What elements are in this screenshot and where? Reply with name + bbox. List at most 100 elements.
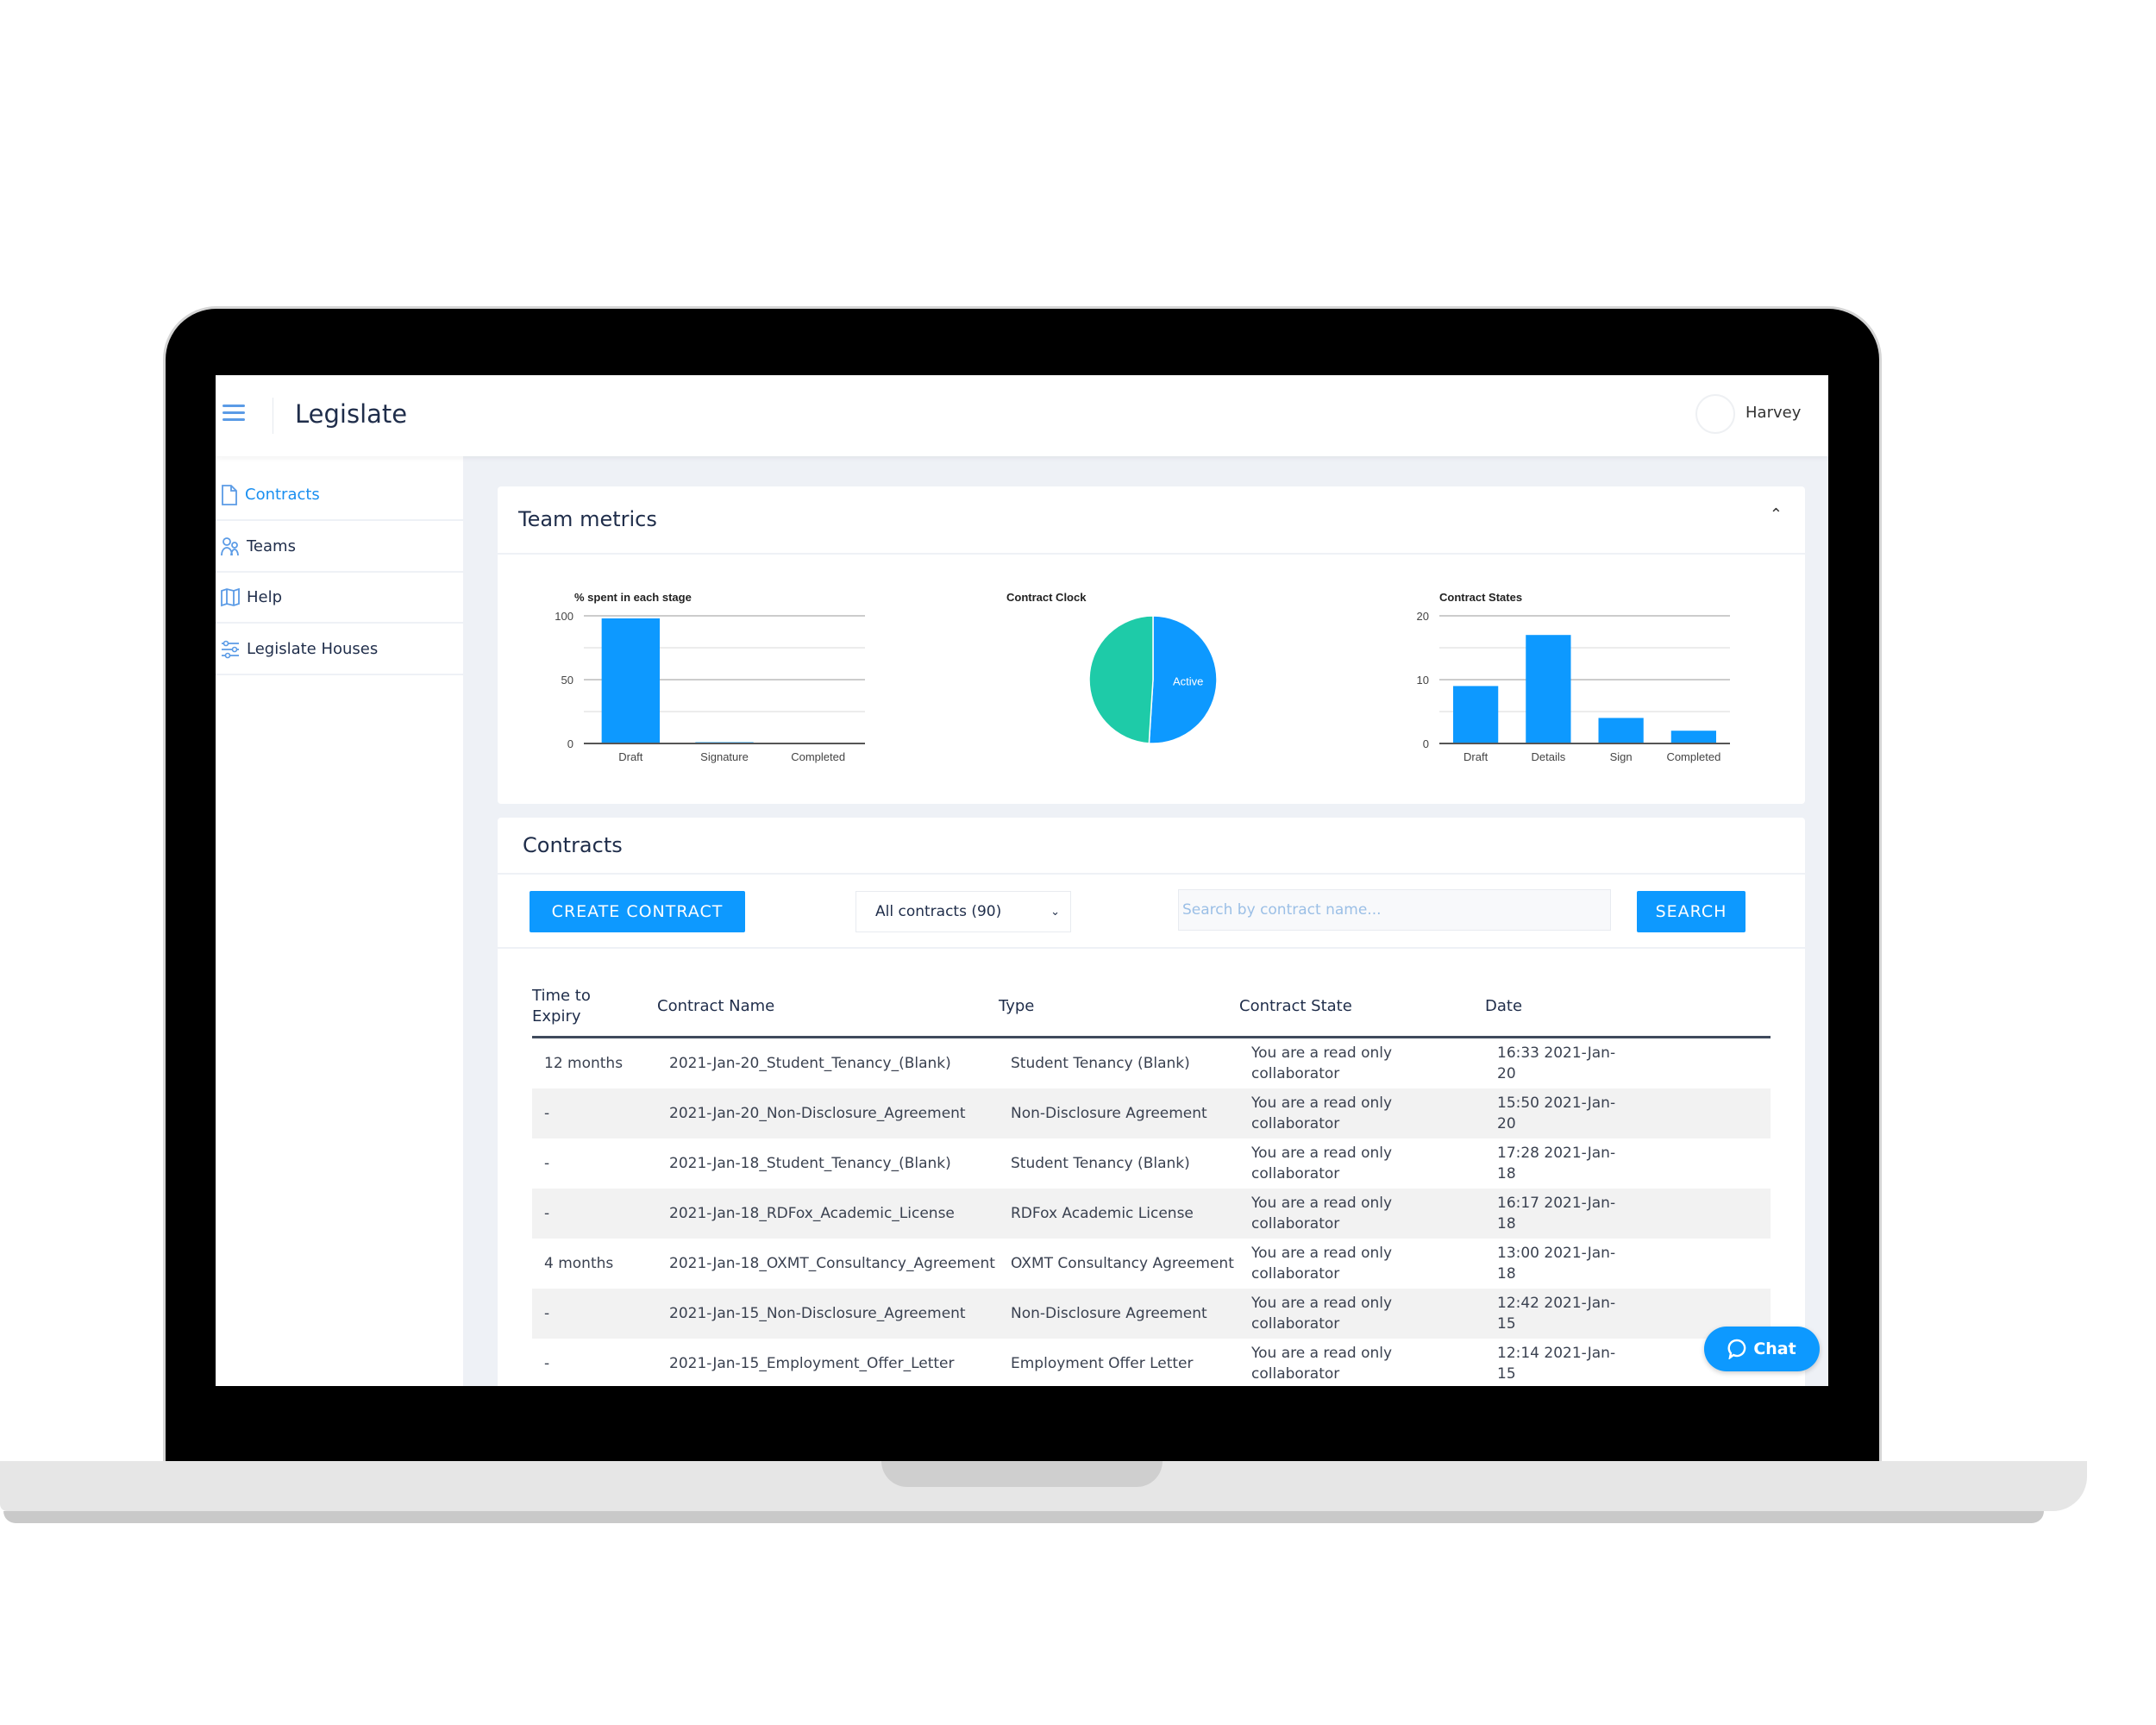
table-row[interactable]: - 2021-Jan-15_Employment_Offer_Letter Empl… bbox=[532, 1339, 1771, 1386]
x-tick-label: Sign bbox=[1610, 750, 1633, 763]
hamburger-menu-icon[interactable] bbox=[222, 405, 245, 423]
column-header[interactable]: Date bbox=[1485, 996, 1522, 1017]
table-row[interactable]: - 2021-Jan-20_Non-Disclosure_Agreement Non… bbox=[532, 1088, 1771, 1138]
column-header[interactable]: Type bbox=[999, 996, 1034, 1017]
top-header: Legislate Harvey bbox=[216, 375, 1828, 456]
state-cell: You are a read only collaborator bbox=[1251, 1345, 1393, 1383]
column-header[interactable]: Time to Expiry bbox=[532, 986, 618, 1027]
chart-title: Contract Clock bbox=[1006, 591, 1087, 604]
table-row[interactable]: - 2021-Jan-18_RDFox_Academic_License RDFox… bbox=[532, 1189, 1771, 1239]
expiry-cell: - bbox=[544, 1205, 550, 1222]
laptop-notch bbox=[881, 1461, 1163, 1487]
bar-sign bbox=[1598, 718, 1644, 743]
create-contract-button[interactable]: CREATE CONTRACT bbox=[530, 891, 745, 932]
table-row[interactable]: 4 months 2021-Jan-18_OXMT_Consultancy_Agr… bbox=[532, 1239, 1771, 1289]
table-row[interactable]: 12 months 2021-Jan-20_Student_Tenancy_(Bl… bbox=[532, 1038, 1771, 1088]
toolbar-divider bbox=[498, 947, 1805, 949]
filter-value: All contracts (90) bbox=[875, 903, 1002, 920]
avatar[interactable] bbox=[1695, 394, 1735, 434]
column-header[interactable]: Contract State bbox=[1239, 996, 1352, 1017]
column-header[interactable]: Contract Name bbox=[657, 996, 774, 1017]
card-title: Contracts bbox=[523, 833, 623, 857]
x-tick-label: Completed bbox=[1666, 750, 1720, 763]
sidebar-item-label: Teams bbox=[247, 537, 296, 555]
chat-bubble-icon bbox=[1727, 1339, 1746, 1359]
chart-title: % spent in each stage bbox=[574, 591, 692, 604]
x-tick-label: Draft bbox=[1463, 750, 1489, 763]
metrics-charts: % spent in each stage 0 50 100 Draft Signatur… bbox=[555, 591, 1730, 763]
date-cell: 17:28 2021-Jan-18 bbox=[1497, 1145, 1616, 1182]
contracts-table: Time to Expiry Contract Name Type Contra… bbox=[532, 986, 1771, 1386]
expiry-cell: - bbox=[544, 1355, 550, 1372]
expiry-cell: 12 months bbox=[544, 1055, 624, 1072]
users-icon bbox=[221, 536, 239, 555]
chevron-down-icon: ⌄ bbox=[1050, 905, 1060, 919]
state-cell: You are a read only collaborator bbox=[1251, 1145, 1393, 1182]
pie-slice-label: Active bbox=[1173, 674, 1203, 687]
type-cell: Non-Disclosure Agreement bbox=[1011, 1305, 1207, 1322]
chart-title: Contract States bbox=[1439, 591, 1522, 604]
y-tick-label: 100 bbox=[555, 610, 573, 623]
sidebar-item-legislate-houses[interactable]: Legislate Houses bbox=[216, 624, 463, 675]
contract-name-cell[interactable]: 2021-Jan-20_Non-Disclosure_Agreement bbox=[669, 1088, 1006, 1138]
date-cell: 16:17 2021-Jan-18 bbox=[1497, 1195, 1616, 1233]
state-cell: You are a read only collaborator bbox=[1251, 1295, 1393, 1333]
user-name[interactable]: Harvey bbox=[1745, 404, 1801, 422]
y-tick-label: 20 bbox=[1417, 610, 1429, 623]
state-cell: You are a read only collaborator bbox=[1251, 1245, 1393, 1283]
x-tick-label: Draft bbox=[618, 750, 643, 763]
sidebar-item-teams[interactable]: Teams bbox=[216, 522, 463, 573]
type-cell: Non-Disclosure Agreement bbox=[1011, 1105, 1207, 1122]
y-tick-label: 50 bbox=[561, 674, 573, 687]
expiry-cell: - bbox=[544, 1305, 550, 1322]
table-body: 12 months 2021-Jan-20_Student_Tenancy_(Bl… bbox=[532, 1038, 1771, 1386]
sidebar: Contracts Teams Help Legislate Houses bbox=[216, 456, 463, 1386]
app-title: Legislate bbox=[295, 399, 408, 429]
team-metrics-card: Team metrics ⌃ % spent in each stage 0 50 1… bbox=[498, 486, 1805, 804]
type-cell: Student Tenancy (Blank) bbox=[1011, 1055, 1190, 1072]
date-cell: 12:42 2021-Jan-15 bbox=[1497, 1295, 1616, 1333]
contract-name-cell[interactable]: 2021-Jan-15_Non-Disclosure_Agreement bbox=[669, 1289, 1006, 1339]
state-cell: You are a read only collaborator bbox=[1251, 1195, 1393, 1233]
table-row[interactable]: - 2021-Jan-15_Non-Disclosure_Agreement Non… bbox=[532, 1289, 1771, 1339]
state-cell: You are a read only collaborator bbox=[1251, 1044, 1393, 1082]
search-input[interactable] bbox=[1178, 889, 1611, 931]
type-cell: OXMT Consultancy Agreement bbox=[1011, 1255, 1234, 1272]
chat-label: Chat bbox=[1753, 1339, 1796, 1358]
state-cell: You are a read only collaborator bbox=[1251, 1095, 1393, 1132]
pie-slice bbox=[1088, 615, 1154, 744]
y-tick-label: 0 bbox=[567, 737, 573, 750]
sidebar-item-label: Help bbox=[247, 588, 283, 606]
contracts-filter-select[interactable]: All contracts (90) ⌄ bbox=[856, 891, 1071, 932]
type-cell: RDFox Academic License bbox=[1011, 1205, 1194, 1222]
contract-name-cell[interactable]: 2021-Jan-15_Employment_Offer_Letter bbox=[669, 1339, 1006, 1386]
expiry-cell: - bbox=[544, 1105, 550, 1122]
date-cell: 12:14 2021-Jan-15 bbox=[1497, 1345, 1616, 1383]
book-icon bbox=[221, 587, 240, 606]
contract-name-cell[interactable]: 2021-Jan-20_Student_Tenancy_(Blank) bbox=[669, 1038, 1006, 1088]
chat-button[interactable]: Chat bbox=[1704, 1327, 1820, 1371]
search-button[interactable]: SEARCH bbox=[1637, 891, 1745, 932]
contract-name-cell[interactable]: 2021-Jan-18_RDFox_Academic_License bbox=[669, 1189, 1006, 1239]
y-tick-label: 0 bbox=[1423, 737, 1429, 750]
laptop-base-edge bbox=[3, 1511, 2044, 1523]
expiry-cell: - bbox=[544, 1155, 550, 1172]
bar-details bbox=[1526, 635, 1571, 743]
contract-name-cell[interactable]: 2021-Jan-18_OXMT_Consultancy_Agreement bbox=[669, 1239, 1006, 1289]
sidebar-item-label: Contracts bbox=[245, 486, 320, 504]
contract-name-cell[interactable]: 2021-Jan-18_Student_Tenancy_(Blank) bbox=[669, 1138, 1006, 1189]
sidebar-item-label: Legislate Houses bbox=[247, 640, 379, 658]
type-cell: Employment Offer Letter bbox=[1011, 1355, 1194, 1372]
card-divider bbox=[498, 873, 1805, 875]
x-tick-label: Signature bbox=[700, 750, 749, 763]
x-tick-label: Completed bbox=[791, 750, 845, 763]
table-row[interactable]: - 2021-Jan-18_Student_Tenancy_(Blank) Stud… bbox=[532, 1138, 1771, 1189]
sidebar-item-contracts[interactable]: Contracts bbox=[216, 470, 463, 521]
expiry-cell: 4 months bbox=[544, 1255, 614, 1272]
date-cell: 15:50 2021-Jan-20 bbox=[1497, 1095, 1616, 1132]
sidebar-item-help[interactable]: Help bbox=[216, 573, 463, 624]
table-header: Time to Expiry Contract Name Type Contra… bbox=[532, 986, 1771, 1038]
document-icon bbox=[222, 484, 237, 505]
type-cell: Student Tenancy (Blank) bbox=[1011, 1155, 1190, 1172]
sliders-icon bbox=[222, 640, 239, 658]
